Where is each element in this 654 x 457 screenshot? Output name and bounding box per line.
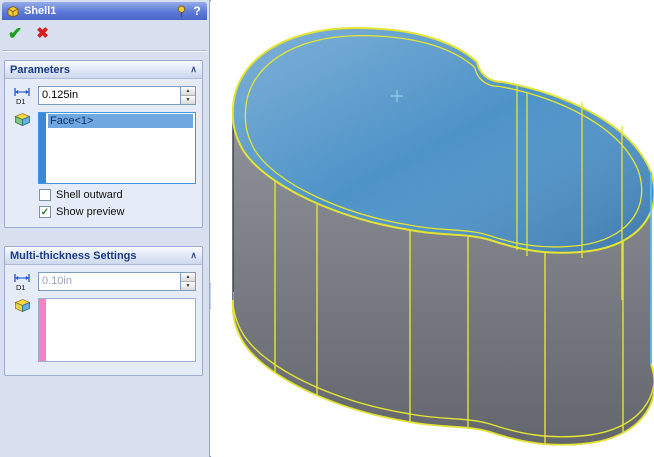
multi-thickness-faces-list[interactable] [38,298,196,362]
thickness-value: 0.125in [42,89,79,101]
cancel-button[interactable]: ✖ [36,24,49,44]
spinner-down-button[interactable]: ▼ [181,96,195,104]
multi-thickness-group-title: Multi-thickness Settings [10,249,137,262]
collapse-chevron-icon[interactable]: ∧ [190,250,197,261]
shell-outward-label: Shell outward [56,189,123,201]
shell-outward-checkbox[interactable] [39,189,51,201]
thickness-input[interactable]: 0.125in ▲ ▼ [38,86,196,105]
spinner-up-button[interactable]: ▲ [181,273,195,282]
panel-titlebar: Shell1 ? [2,2,207,20]
collapse-chevron-icon[interactable]: ∧ [190,64,197,75]
multi-thickness-value: 0.10in [42,275,72,287]
spinner-up-button[interactable]: ▲ [181,87,195,96]
multi-face-selection-icon [13,299,31,313]
multi-selection-list[interactable] [46,299,195,361]
confirm-toolbar: ✔ ✖ [8,23,49,45]
face-selection-icon [13,113,31,127]
multi-thickness-color-stripe [39,299,46,361]
multi-thickness-group-header[interactable]: Multi-thickness Settings ∧ [5,247,202,265]
ok-button[interactable]: ✔ [8,24,22,44]
selection-list[interactable]: Face<1> [46,113,195,183]
pin-icon[interactable] [176,5,187,18]
multi-face-selection-row [11,298,196,362]
show-preview-label: Show preview [56,206,125,218]
d1-label: D1 [16,97,26,105]
thickness-row: D1 0.125in ▲ ▼ [11,86,196,105]
d1-label: D1 [16,283,26,291]
graphics-viewport[interactable] [211,0,654,457]
toolbar-separator [2,50,207,52]
multi-thickness-row: D1 0.10in ▲ ▼ [11,272,196,291]
shell-outward-row: Shell outward [39,189,196,201]
parameters-group-title: Parameters [10,63,70,76]
spinner-down-button[interactable]: ▼ [181,282,195,290]
parameters-group-header[interactable]: Parameters ∧ [5,61,202,79]
selected-face-item[interactable]: Face<1> [48,114,193,128]
face-selection-row: Face<1> [11,112,196,184]
panel-title: Shell1 [24,5,57,17]
multi-thickness-input[interactable]: 0.10in ▲ ▼ [38,272,196,291]
multi-thickness-group: Multi-thickness Settings ∧ D1 0.10in ▲ ▼ [4,246,203,376]
faces-to-remove-list[interactable]: Face<1> [38,112,196,184]
model-canvas[interactable] [211,0,654,457]
show-preview-row: ✓ Show preview [39,206,196,218]
show-preview-checkbox[interactable]: ✓ [39,206,51,218]
multi-thickness-d1-icon: D1 [14,273,30,291]
thickness-d1-icon: D1 [14,87,30,105]
property-manager-panel: Shell1 ? ✔ ✖ Parameters ∧ D1 0.125in ▲ ▼… [0,0,210,457]
shell-feature-icon [7,5,19,18]
parameters-group: Parameters ∧ D1 0.125in ▲ ▼ Face<1> Shel… [4,60,203,228]
help-icon[interactable]: ? [191,4,203,18]
selection-color-stripe [39,113,46,183]
